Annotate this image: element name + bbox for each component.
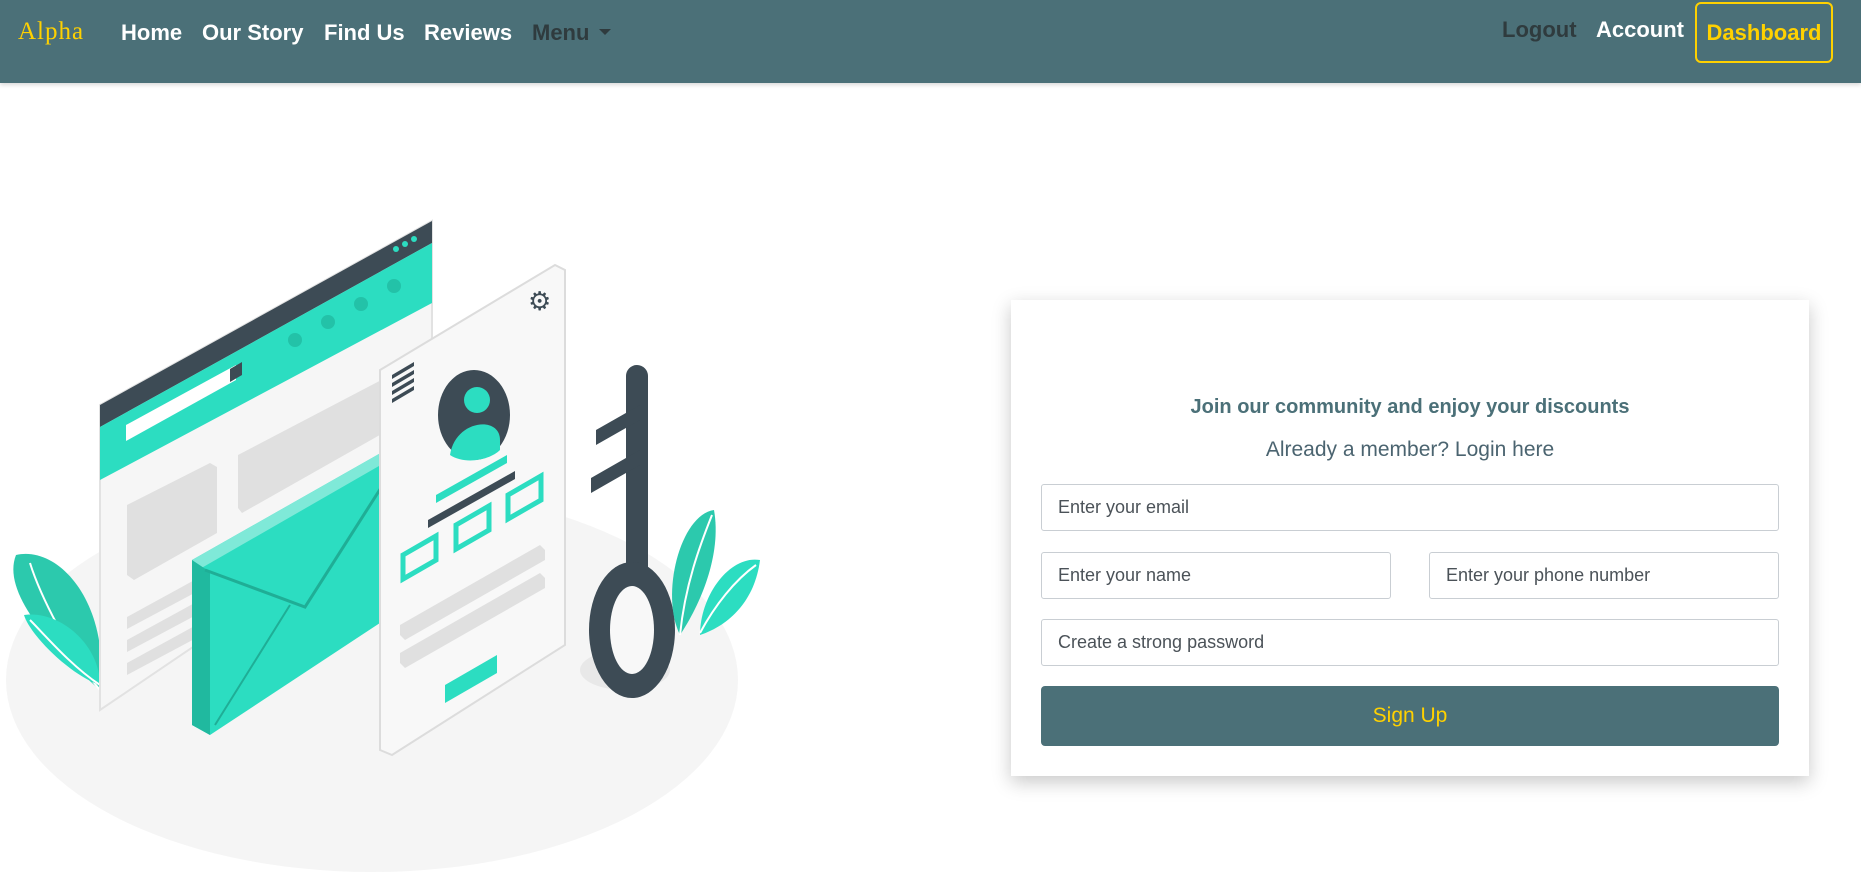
menu-label: Menu	[532, 20, 590, 45]
gear-icon: ⚙	[528, 287, 551, 317]
nav-home[interactable]: Home	[121, 20, 182, 46]
right-leaves-plant	[672, 510, 760, 636]
password-input[interactable]	[1041, 619, 1779, 666]
dashboard-button[interactable]: Dashboard	[1695, 2, 1833, 63]
signup-button[interactable]: Sign Up	[1041, 686, 1779, 746]
email-input[interactable]	[1041, 484, 1779, 531]
nav-reviews[interactable]: Reviews	[424, 20, 512, 46]
nav-menu-dropdown[interactable]: Menu	[532, 20, 612, 46]
brand-logo[interactable]: Alpha	[18, 18, 84, 46]
logout-link[interactable]: Logout	[1502, 17, 1577, 43]
phone-input[interactable]	[1429, 552, 1779, 599]
caret-down-icon	[599, 29, 612, 36]
nav-our-story[interactable]: Our Story	[202, 20, 303, 46]
signup-title: Join our community and enjoy your discou…	[1190, 396, 1630, 418]
login-link[interactable]: Login here	[1455, 438, 1554, 461]
account-link[interactable]: Account	[1596, 17, 1684, 43]
top-navbar: Alpha Home Our Story Find Us Reviews Men…	[0, 0, 1861, 83]
login-illustration: ⚙	[6, 219, 760, 872]
name-input[interactable]	[1041, 552, 1391, 599]
member-prompt-text: Already a member?	[1265, 438, 1455, 461]
member-prompt: Already a member? Login here	[1011, 438, 1809, 462]
signup-card: Join our community and enjoy your discou…	[1011, 300, 1809, 776]
nav-find-us[interactable]: Find Us	[324, 20, 405, 46]
